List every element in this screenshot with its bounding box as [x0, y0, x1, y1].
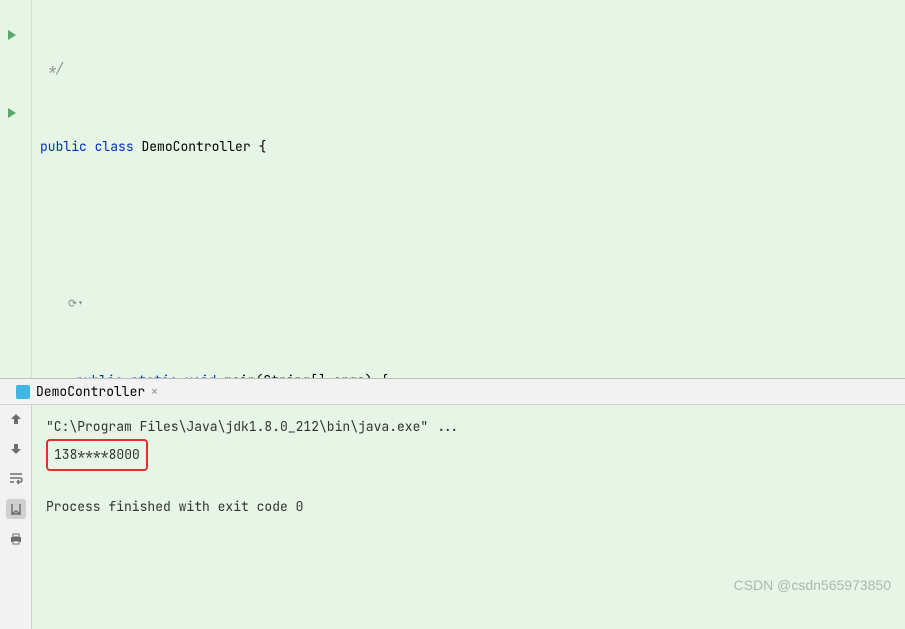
- run-class-icon[interactable]: [8, 30, 16, 40]
- tab-label: DemoController: [36, 383, 145, 400]
- code-content[interactable]: */ public class DemoController { ⟳▾ publ…: [32, 0, 905, 378]
- editor-gutter: [0, 0, 32, 378]
- run-toolbar: [0, 405, 32, 629]
- code-editor[interactable]: */ public class DemoController { ⟳▾ publ…: [0, 0, 905, 378]
- up-arrow-icon[interactable]: [6, 409, 26, 429]
- tab-file-icon: [16, 385, 30, 399]
- scroll-to-end-icon[interactable]: [6, 499, 26, 519]
- comment-end: */: [40, 56, 63, 82]
- print-icon[interactable]: [6, 529, 26, 549]
- run-method-icon[interactable]: [8, 108, 16, 118]
- soft-wrap-icon[interactable]: [6, 469, 26, 489]
- run-tab[interactable]: DemoController ✕: [8, 379, 166, 404]
- console-output[interactable]: "C:\Program Files\Java\jdk1.8.0_212\bin\…: [32, 405, 905, 629]
- console-command: "C:\Program Files\Java\jdk1.8.0_212\bin\…: [46, 415, 891, 439]
- run-tab-bar: DemoController ✕: [0, 379, 905, 405]
- console-output-line: 138****8000: [46, 439, 148, 471]
- override-icon[interactable]: ⟳▾: [68, 297, 84, 311]
- console-exit-message: Process finished with exit code 0: [46, 495, 891, 519]
- down-arrow-icon[interactable]: [6, 439, 26, 459]
- run-panel: "C:\Program Files\Java\jdk1.8.0_212\bin\…: [0, 405, 905, 629]
- close-icon[interactable]: ✕: [151, 385, 158, 399]
